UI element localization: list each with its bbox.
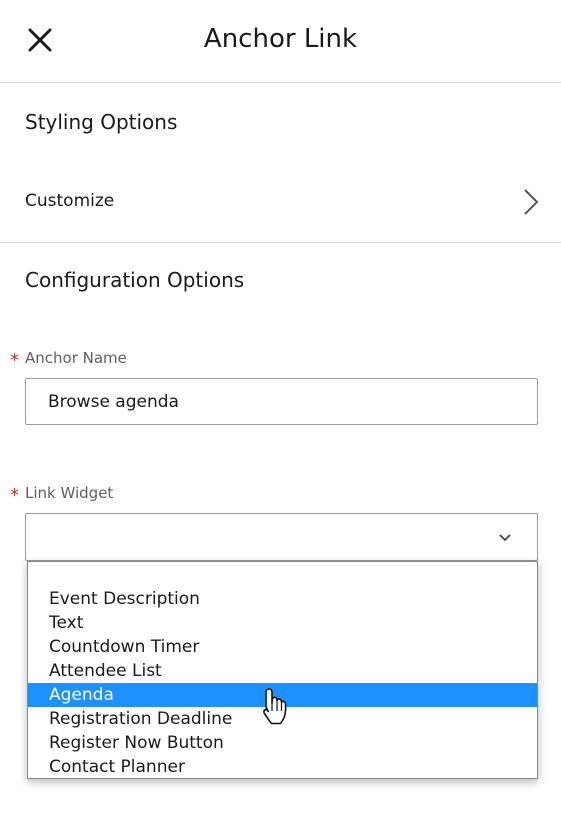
configuration-options-heading: Configuration Options [25, 268, 245, 292]
customize-label: Customize [25, 191, 115, 211]
customize-row[interactable]: Customize [0, 162, 561, 242]
panel-header: Anchor Link [0, 0, 561, 83]
panel-title: Anchor Link [203, 24, 358, 54]
anchor-name-label: Anchor Name [25, 349, 127, 367]
dropdown-option[interactable]: Attendee List [28, 659, 537, 683]
link-widget-label: Link Widget [25, 484, 114, 502]
dropdown-option[interactable]: Countdown Timer [28, 635, 537, 659]
dropdown-option[interactable]: Contact Planner [28, 755, 537, 779]
dropdown-option[interactable]: Event Description [28, 587, 537, 611]
required-indicator: * [10, 485, 19, 506]
section-divider [0, 242, 561, 243]
dropdown-option[interactable]: Register Now Button [28, 731, 537, 755]
required-indicator: * [10, 350, 19, 371]
chevron-down-icon [499, 534, 511, 542]
chevron-right-icon [524, 189, 539, 215]
dropdown-option[interactable]: Text [28, 611, 537, 635]
dropdown-options-list: Event Description Text Countdown Timer A… [28, 562, 537, 779]
link-widget-select[interactable] [25, 513, 538, 561]
anchor-name-input[interactable] [25, 378, 538, 425]
dropdown-option[interactable]: Registration Deadline [28, 707, 537, 731]
dropdown-option[interactable]: Agenda [28, 683, 537, 707]
styling-options-heading: Styling Options [25, 110, 178, 134]
link-widget-dropdown: Event Description Text Countdown Timer A… [27, 561, 538, 779]
